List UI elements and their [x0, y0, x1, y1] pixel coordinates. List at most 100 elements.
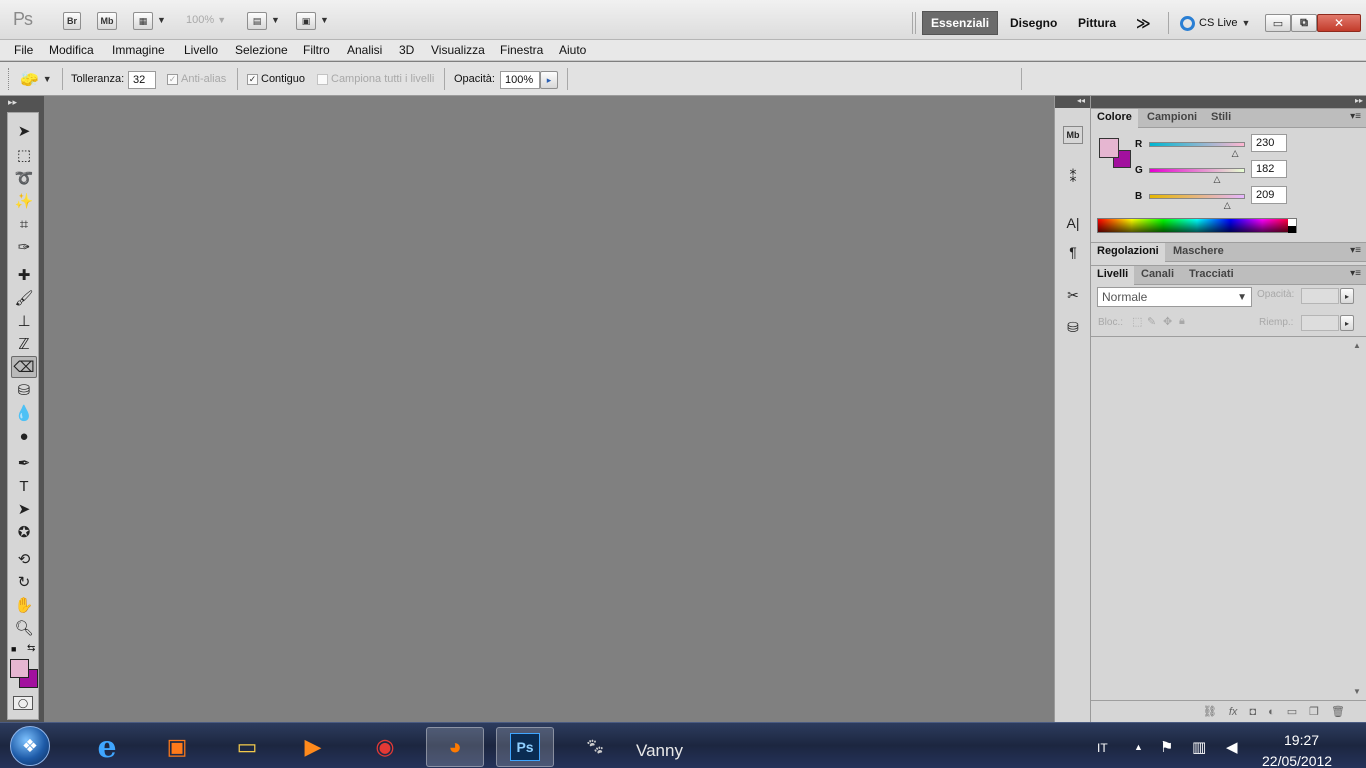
blend-mode-select[interactable]: Normale ▼	[1097, 287, 1252, 307]
media-player-icon[interactable]: ▶	[284, 727, 342, 767]
paint-bucket-tool-icon[interactable]: ⛁	[11, 380, 37, 402]
sample-all-layers-checkbox[interactable]: Campiona tutti i livelli	[317, 73, 434, 85]
menu-finestra[interactable]: Finestra	[500, 43, 543, 57]
tab-stili[interactable]: Stili	[1205, 109, 1237, 128]
tolerance-input[interactable]: 32	[128, 71, 156, 89]
paragraph-panel-icon[interactable]: ¶	[1062, 241, 1084, 263]
clock-time[interactable]: 19:27	[1284, 732, 1319, 748]
opacity-slider-button[interactable]: ▸	[540, 71, 558, 89]
lock-position-icon[interactable]: ✥	[1163, 315, 1172, 328]
close-button[interactable]: ✕	[1317, 14, 1361, 32]
crop-tool-icon[interactable]: ⌗	[11, 214, 37, 236]
panel-menu-icon[interactable]: ▾≡	[1350, 245, 1361, 256]
network-icon[interactable]: ▥	[1192, 738, 1206, 756]
pen-tool-icon[interactable]: ✒	[11, 453, 37, 475]
arrange-documents-menu[interactable]: ▤ ▼	[247, 12, 283, 30]
internet-explorer-icon[interactable]: e	[78, 727, 136, 767]
tab-tracciati[interactable]: Tracciati	[1183, 266, 1240, 285]
menu-selezione[interactable]: Selezione	[235, 43, 288, 57]
layer-opacity-slider-button[interactable]: ▸	[1340, 288, 1354, 304]
tool-presets-panel-icon[interactable]: ✂	[1062, 284, 1084, 306]
tab-maschere[interactable]: Maschere	[1167, 243, 1230, 262]
layers-scrollbar[interactable]: ▲ ▼	[1350, 337, 1366, 700]
extras-menu[interactable]: ▦ ▼	[133, 12, 171, 30]
menu-file[interactable]: File	[14, 43, 33, 57]
tool-preset-picker[interactable]: 🧽 ▼	[20, 69, 52, 89]
panel-menu-icon[interactable]: ▾≡	[1350, 111, 1361, 122]
menu-aiuto[interactable]: Aiuto	[559, 43, 586, 57]
menu-visualizza[interactable]: Visualizza	[431, 43, 485, 57]
start-button[interactable]: ❖	[10, 726, 50, 766]
minibridge-button[interactable]: Mb	[97, 12, 117, 30]
lock-all-icon[interactable]: 🔒︎	[1179, 315, 1185, 328]
tab-colore[interactable]: Colore	[1091, 109, 1138, 129]
tab-canali[interactable]: Canali	[1135, 266, 1180, 285]
eyedropper-tool-icon[interactable]: ✑	[11, 237, 37, 259]
add-mask-icon[interactable]: ◘	[1249, 706, 1256, 718]
r-value-input[interactable]: 230	[1251, 134, 1287, 152]
swap-colors-icon[interactable]: ⇆	[27, 643, 35, 654]
move-tool-icon[interactable]: ➤	[11, 121, 37, 143]
clock-date[interactable]: 22/05/2012	[1262, 753, 1332, 768]
b-slider[interactable]	[1149, 194, 1245, 199]
screen-mode-menu[interactable]: ▣ ▼	[296, 12, 332, 30]
r-slider-thumb[interactable]: △	[1232, 148, 1239, 159]
expand-panel-icon[interactable]: ▸▸	[1355, 96, 1363, 105]
hand-tool-icon[interactable]: ✋	[11, 595, 37, 617]
default-colors-icon[interactable]: ■	[11, 644, 16, 654]
layer-opacity-input[interactable]	[1301, 288, 1339, 304]
menu-3d[interactable]: 3D	[399, 43, 414, 57]
cs-live-menu[interactable]: CS Live ▼	[1180, 14, 1250, 32]
workspace-essenziali[interactable]: Essenziali	[922, 11, 999, 35]
fill-input[interactable]	[1301, 315, 1339, 331]
bridge-button[interactable]: Br	[63, 12, 81, 30]
show-hidden-icons-icon[interactable]: ▲	[1134, 742, 1143, 752]
tab-livelli[interactable]: Livelli	[1091, 266, 1135, 286]
minimize-button[interactable]: ▭	[1265, 14, 1291, 32]
delete-layer-icon[interactable]: 🗑︎	[1331, 705, 1345, 718]
restore-button[interactable]: ⧉	[1291, 14, 1317, 32]
quick-selection-tool-icon[interactable]: ✨	[11, 191, 37, 213]
marquee-tool-icon[interactable]: ⬚	[11, 145, 37, 167]
g-slider-thumb[interactable]: △	[1214, 174, 1221, 185]
zoom-level[interactable]: 100% ▼	[186, 14, 234, 30]
zoom-tool-icon[interactable]: 🔍︎	[11, 618, 37, 640]
quick-mask-icon[interactable]: ◯	[13, 696, 33, 710]
black-swatch[interactable]	[1288, 226, 1296, 233]
brush-tool-icon[interactable]: 🖌	[11, 288, 37, 310]
adjustment-layer-icon[interactable]: ◐	[1268, 706, 1275, 718]
b-slider-thumb[interactable]: △	[1224, 200, 1231, 211]
path-selection-tool-icon[interactable]: ➤	[11, 499, 37, 521]
workspace-more-button[interactable]: ≫	[1128, 11, 1159, 35]
workspace-pittura[interactable]: Pittura	[1070, 11, 1124, 35]
lock-transparent-icon[interactable]: ⬚	[1132, 315, 1142, 328]
action-center-icon[interactable]: ⚑	[1160, 738, 1173, 756]
fill-slider-button[interactable]: ▸	[1340, 315, 1354, 331]
clone-source-panel-icon[interactable]: ⛁	[1062, 316, 1084, 338]
tab-campioni[interactable]: Campioni	[1141, 109, 1203, 128]
foreground-color-swatch[interactable]	[1099, 138, 1119, 158]
color-spectrum-bar[interactable]	[1097, 218, 1297, 233]
menu-modifica[interactable]: Modifica	[49, 43, 94, 57]
shape-tool-icon[interactable]: ✪	[11, 522, 37, 544]
g-slider[interactable]	[1149, 168, 1245, 173]
language-indicator[interactable]: IT	[1097, 741, 1108, 755]
photoshop-taskbar-button[interactable]: Ps	[496, 727, 554, 767]
dodge-tool-icon[interactable]: ●	[11, 426, 37, 448]
white-swatch[interactable]	[1288, 219, 1296, 226]
gimp-icon[interactable]: 🐾︎	[566, 727, 624, 767]
lasso-tool-icon[interactable]: ➰	[11, 168, 37, 190]
volume-icon[interactable]: ◀	[1226, 738, 1238, 756]
firefox-icon[interactable]: ◕	[426, 727, 484, 767]
history-panel-icon[interactable]: ⁑	[1062, 166, 1084, 188]
expand-panel-icon[interactable]: ▸▸	[8, 97, 17, 108]
character-panel-icon[interactable]: A|	[1062, 212, 1084, 234]
menu-filtro[interactable]: Filtro	[303, 43, 330, 57]
panel-menu-icon[interactable]: ▾≡	[1350, 268, 1361, 279]
3d-rotate-tool-icon[interactable]: ⟲	[11, 549, 37, 571]
file-explorer-icon[interactable]: ▭	[218, 727, 276, 767]
eraser-tool-icon[interactable]: ⌫	[11, 356, 37, 378]
r-slider[interactable]	[1149, 142, 1245, 147]
layer-style-icon[interactable]: fx	[1229, 706, 1238, 718]
menu-livello[interactable]: Livello	[184, 43, 218, 57]
